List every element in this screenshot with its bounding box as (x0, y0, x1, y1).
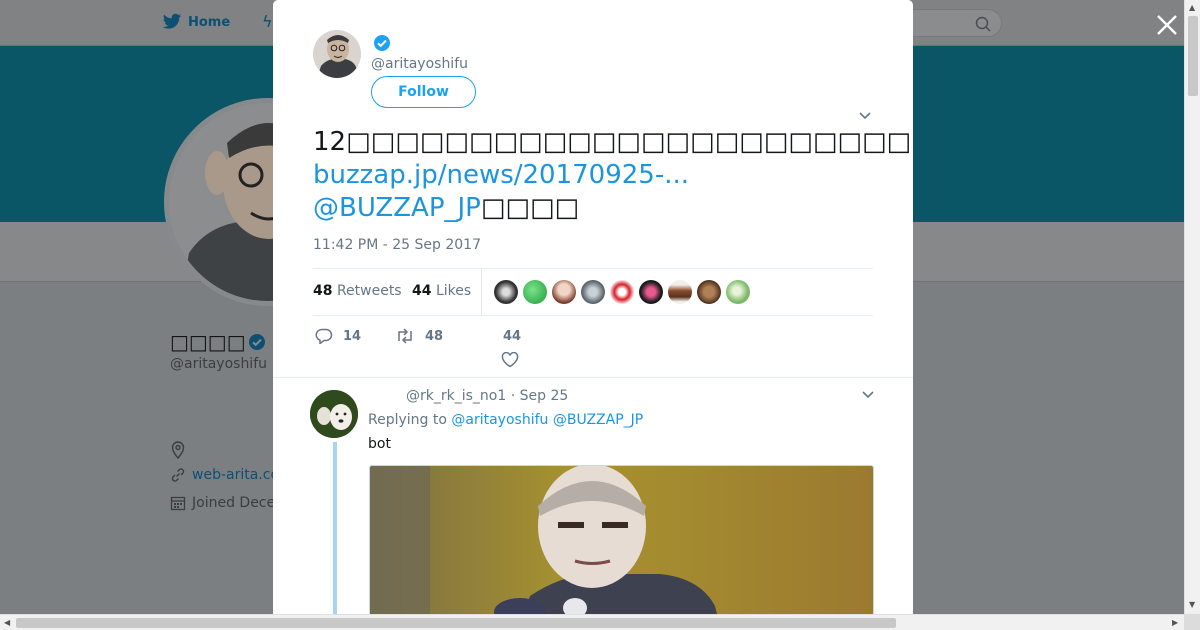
scroll-down-arrow-icon[interactable]: ▼ (1189, 600, 1195, 609)
scroll-right-arrow-icon[interactable]: ▶ (1172, 618, 1178, 627)
liker-avatar[interactable] (494, 280, 518, 304)
profile-handle[interactable]: @aritayoshifu (170, 356, 267, 372)
liker-avatar[interactable] (726, 280, 750, 304)
reply-photo-content (370, 466, 873, 614)
scroll-up-arrow-icon[interactable]: ▲ (1189, 3, 1195, 12)
liker-avatar[interactable] (697, 280, 721, 304)
heart-icon (501, 352, 519, 368)
tweet-mention[interactable]: @BUZZAP_JP (313, 193, 481, 223)
liker-avatar[interactable] (668, 280, 692, 304)
scroll-left-arrow-icon[interactable]: ◀ (4, 618, 10, 627)
nav-home-link[interactable]: Home (162, 13, 230, 31)
reply-icon (315, 328, 333, 344)
search-input[interactable] (900, 9, 1002, 37)
liker-avatar[interactable] (552, 280, 576, 304)
likes-count: 44 (412, 283, 432, 299)
tweet-text-line1: 12□□□□□□□□□□□□□□□□□□□□□□□□□□□□□□□□□□□ | … (313, 127, 913, 157)
likes-stat[interactable]: 44 Likes (412, 283, 471, 299)
search-icon (975, 16, 991, 32)
replying-prefix: Replying to (368, 412, 447, 428)
reply-author-handle[interactable]: @rk_rk_is_no1 · Sep 25 (406, 388, 568, 404)
like-button[interactable] (501, 352, 519, 368)
horizontal-scrollbar-thumb[interactable] (16, 618, 896, 628)
likes-label: Likes (435, 283, 472, 299)
horizontal-scrollbar[interactable]: ◀ ▶ (0, 614, 1184, 630)
replying-to: Replying to @aritayoshifu @BUZZAP_JP (368, 412, 643, 428)
liker-avatar[interactable] (523, 280, 547, 304)
author-avatar-illustration (313, 30, 361, 78)
profile-link[interactable]: web-arita.co (192, 467, 279, 483)
reply-avatar-illustration (310, 390, 358, 438)
tweet-stats: 48 Retweets 44 Likes (313, 268, 873, 316)
retweet-count: 48 (425, 328, 444, 344)
profile-name-text: □□□□ (170, 330, 246, 354)
close-icon[interactable] (1154, 12, 1180, 38)
profile-name: □□□□ (170, 330, 266, 354)
profile-joined-row: Joined Dece (170, 495, 275, 511)
tweet-text: 12□□□□□□□□□□□□□□□□□□□□□□□□□□□□□□□□□□□ | … (313, 126, 913, 225)
reply-separator (273, 377, 913, 378)
liker-avatar[interactable] (610, 280, 634, 304)
tweet-link[interactable]: buzzap.jp/news/20170925-... (313, 159, 913, 192)
follow-button[interactable]: Follow (371, 76, 476, 108)
retweet-button[interactable]: 48 (395, 328, 443, 344)
location-icon (171, 441, 185, 459)
retweets-label: Retweets (336, 283, 402, 299)
retweets-stat[interactable]: 48 Retweets (313, 283, 402, 299)
liker-avatar[interactable] (639, 280, 663, 304)
author-handle[interactable]: @aritayoshifu (371, 56, 468, 72)
link-icon (171, 468, 185, 482)
replying-handles[interactable]: @aritayoshifu @BUZZAP_JP (451, 412, 643, 428)
liker-avatars (494, 280, 750, 304)
reply-text: bot (368, 436, 391, 452)
calendar-icon (170, 496, 186, 511)
vertical-scrollbar[interactable]: ▲ ▼ (1184, 0, 1200, 614)
scrollbar-corner (1184, 614, 1200, 630)
liker-avatar[interactable] (581, 280, 605, 304)
thread-line (333, 442, 337, 614)
vertical-scrollbar-thumb[interactable] (1188, 16, 1198, 96)
joined-text: Joined Dece (192, 495, 276, 511)
retweet-icon (398, 328, 412, 344)
profile-location-row (170, 441, 186, 459)
reply-button[interactable]: 14 (315, 328, 361, 344)
chevron-down-icon[interactable] (858, 110, 872, 120)
stats-divider (481, 269, 482, 315)
verified-badge-icon (374, 35, 390, 51)
verified-badge-icon (248, 334, 265, 350)
retweets-count: 48 (313, 283, 333, 299)
tweet-mention-suffix: □□□□ (480, 193, 580, 223)
author-avatar[interactable] (313, 30, 361, 78)
tweet-modal: @aritayoshifu Follow 12□□□□□□□□□□□□□□□□□… (273, 0, 913, 614)
reply-media-image[interactable] (369, 465, 874, 614)
tweet-mention-line: @BUZZAP_JP□□□□ (313, 192, 913, 225)
like-count: 44 (503, 329, 522, 344)
reply-author-avatar[interactable] (310, 390, 358, 438)
tweet-actions: 14 48 44 (313, 326, 873, 376)
profile-link-row[interactable]: web-arita.co (170, 467, 279, 483)
reply-count: 14 (343, 328, 362, 344)
chevron-down-icon[interactable] (861, 389, 875, 399)
tweet-timestamp[interactable]: 11:42 PM - 25 Sep 2017 (313, 237, 481, 253)
twitter-bird-icon (162, 13, 182, 29)
nav-home-label: Home (188, 14, 231, 30)
moments-icon[interactable]: ϟ (262, 12, 273, 31)
